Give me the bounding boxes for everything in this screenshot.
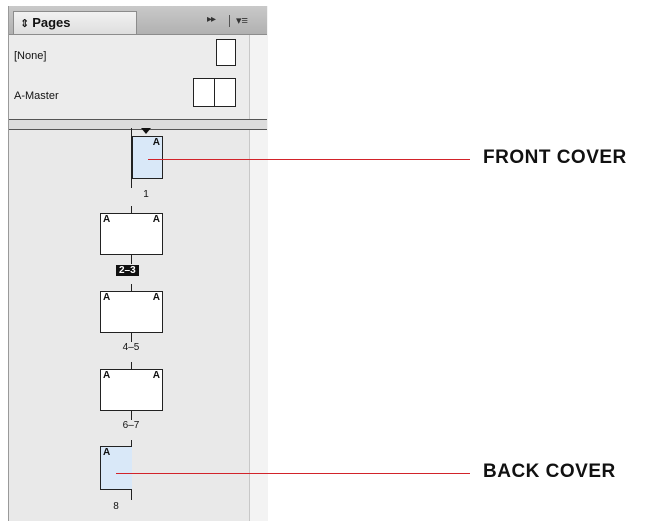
pages-panel: ⇕ Pages ▸▸ ▾≡ [None] A-Master [8,6,268,521]
masters-section: [None] A-Master [9,35,268,119]
page-5-prefix: A [152,292,160,303]
tab-pages[interactable]: ⇕ Pages [13,11,137,34]
master-none[interactable]: [None] [9,37,249,73]
panel-tab-bar: ⇕ Pages ▸▸ ▾≡ [9,6,267,35]
master-a-right-page[interactable] [214,78,236,107]
spread-4-5-number[interactable]: 4–5 [111,342,151,353]
page-6-prefix: A [103,370,111,381]
panel-section-divider[interactable] [9,119,267,130]
page-7-thumbnail[interactable]: A [131,369,163,411]
page-5-thumbnail[interactable]: A [131,291,163,333]
tab-cycle-icon[interactable]: ⇕ [20,18,29,30]
back-cover-leader-line [116,473,470,474]
page-8-number[interactable]: 8 [96,501,136,512]
page-3-thumbnail[interactable]: A [131,213,163,255]
collapse-panel-icon[interactable]: ▸▸ [207,14,216,25]
spread-2-3-number[interactable]: 2–3 [116,265,139,276]
page-2-prefix: A [103,214,111,225]
page-4-thumbnail[interactable]: A [100,291,132,333]
page-8-thumbnail[interactable]: A [100,446,132,490]
page-1-prefix: A [152,137,160,148]
tab-pages-label: Pages [32,15,71,30]
master-none-thumbnail[interactable] [216,39,236,66]
master-a[interactable]: A-Master [9,75,249,111]
master-a-left-page[interactable] [193,78,215,107]
back-cover-label: BACK COVER [483,461,616,482]
page-6-thumbnail[interactable]: A [100,369,132,411]
page-3-prefix: A [152,214,160,225]
masters-scroll-track[interactable] [249,35,268,119]
front-cover-leader-line [148,159,470,160]
page-2-thumbnail[interactable]: A [100,213,132,255]
master-a-label: A-Master [14,90,59,102]
master-none-label: [None] [14,50,47,62]
page-8-prefix: A [103,447,111,458]
page-1-number[interactable]: 1 [126,189,166,200]
page-4-prefix: A [103,292,111,303]
panel-menu-icon[interactable]: ▾≡ [236,14,248,27]
pages-panel-screenshot: ⇕ Pages ▸▸ ▾≡ [None] A-Master A 1 A A 2–… [0,0,666,521]
front-cover-label: FRONT COVER [483,147,627,168]
page-7-prefix: A [152,370,160,381]
page-1-thumbnail[interactable]: A [132,136,163,179]
spread-6-7-number[interactable]: 6–7 [111,420,151,431]
spread-start-marker [141,128,151,134]
tab-separator [229,15,230,27]
